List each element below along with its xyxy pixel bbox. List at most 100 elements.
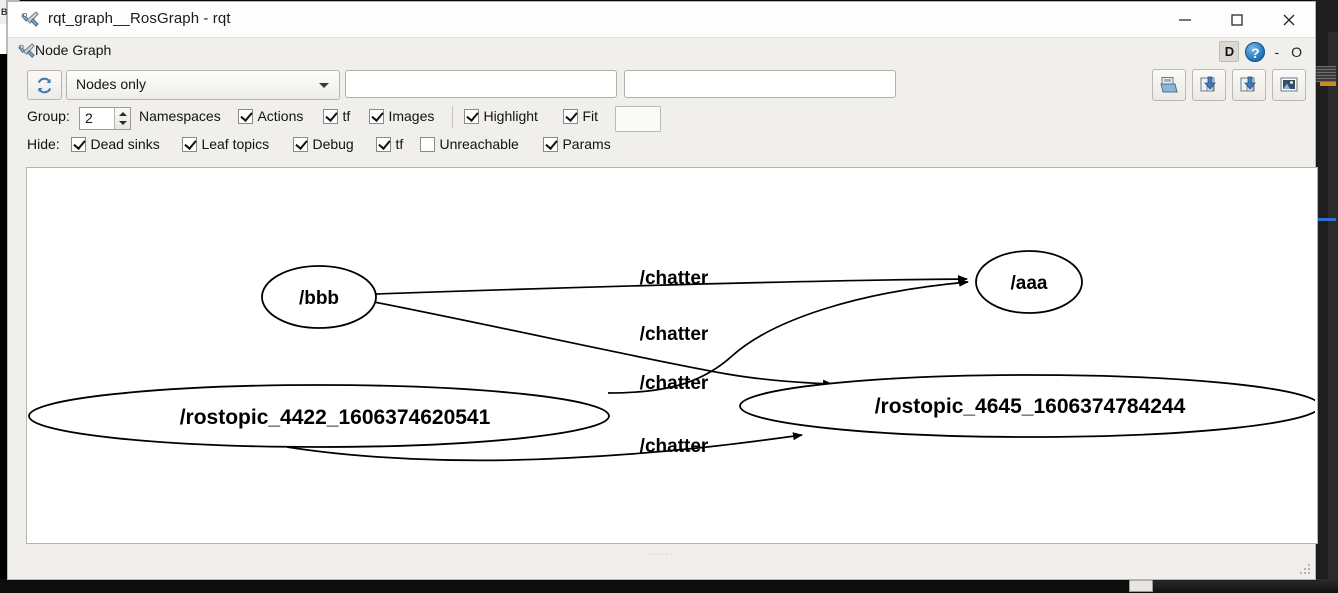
editor-minimap [1316, 66, 1336, 82]
filter-exclude-input[interactable] [624, 70, 896, 98]
checkbox-unreachable[interactable]: Unreachable [420, 136, 519, 154]
checkbox-highlight-box[interactable] [464, 109, 479, 124]
dock-title-bar[interactable]: Node Graph D ? - O [8, 38, 1315, 65]
save-image-button[interactable] [1272, 69, 1306, 101]
edge-label-rt4422-aaa: /chatter [640, 324, 709, 345]
checkbox-params-label: Params [562, 136, 611, 152]
edge-label-rt4422-rt4645: /chatter [640, 436, 709, 457]
checkbox-leaf-topics-label: Leaf topics [201, 136, 270, 152]
checkbox-highlight[interactable]: Highlight [464, 108, 538, 126]
node-bbb[interactable]: /bbb [261, 265, 377, 329]
group-spinbox[interactable]: 2 [79, 107, 131, 130]
help-icon[interactable]: ? [1245, 41, 1266, 62]
namespaces-label: Namespaces [139, 108, 221, 124]
checkbox-unreachable-label: Unreachable [439, 136, 519, 152]
checkbox-fit[interactable]: Fit [563, 108, 598, 126]
edge-labels: /chatter /chatter /chatter /chatter [640, 268, 709, 457]
image-icon [1280, 77, 1298, 92]
checkbox-tf-box[interactable] [323, 109, 338, 124]
checkbox-leaf-topics-box[interactable] [182, 137, 197, 152]
save-dot-button[interactable] [1192, 69, 1226, 101]
filter-include-input[interactable] [345, 70, 617, 98]
node-bbb-label: /bbb [299, 288, 339, 309]
chevron-down-icon [319, 83, 329, 88]
graph-canvas[interactable]: /bbb /aaa /rostopic_4422_1606374620541 /… [26, 167, 1318, 544]
window-size-grip[interactable] [1299, 563, 1312, 576]
refresh-button[interactable] [27, 70, 62, 100]
checkbox-images-box[interactable] [369, 109, 384, 124]
load-dot-button[interactable] [1152, 69, 1186, 101]
desktop-bottom-strip [0, 577, 1338, 593]
checkbox-hide-tf-label: tf [395, 136, 404, 152]
close-button[interactable] [1263, 2, 1315, 37]
checkbox-fit-box[interactable] [563, 109, 578, 124]
toolbar-buttons [1152, 69, 1306, 101]
checkbox-fit-label: Fit [582, 108, 599, 124]
dock-splitter-handle[interactable]: ...... [8, 548, 1315, 557]
checkbox-dead-sinks[interactable]: Dead sinks [71, 136, 160, 154]
rqt-window: rqt_graph__RosGraph - rqt Node Graph D ?… [7, 1, 1318, 580]
checkbox-dead-sinks-label: Dead sinks [90, 136, 160, 152]
node-rostopic-4422-label: /rostopic_4422_1606374620541 [180, 406, 491, 429]
node-rostopic-4645-label: /rostopic_4645_1606374784244 [875, 395, 1186, 418]
window-title: rqt_graph__RosGraph - rqt [48, 10, 231, 27]
folder-open-icon [1160, 77, 1178, 93]
toolbar-row-main: Nodes only [8, 65, 1315, 104]
graph-type-combobox[interactable]: Nodes only [66, 70, 340, 100]
maximize-button[interactable] [1211, 2, 1263, 37]
graph-type-value: Nodes only [76, 76, 147, 92]
checkbox-debug[interactable]: Debug [293, 136, 354, 154]
dock-controls: D ? - O [1219, 41, 1305, 62]
group-label: Group: [27, 108, 70, 124]
node-rostopic-4645[interactable]: /rostopic_4645_1606374784244 [739, 374, 1315, 438]
checkbox-hide-tf-box[interactable] [376, 137, 391, 152]
dock-title: Node Graph [35, 42, 112, 58]
extra-toolbar-button[interactable] [615, 106, 661, 132]
desktop-bottom-dark [1151, 579, 1338, 593]
dock-minimize-button[interactable]: - [1271, 44, 1282, 60]
window-controls [1159, 2, 1315, 37]
checkbox-debug-box[interactable] [293, 137, 308, 152]
checkbox-actions-label: Actions [257, 108, 304, 124]
checkbox-hide-tf[interactable]: tf [376, 136, 403, 154]
save-svg-button[interactable] [1232, 69, 1266, 101]
checkbox-unreachable-box[interactable] [420, 137, 435, 152]
hide-label: Hide: [27, 136, 60, 152]
edge-bbb-rt4645[interactable] [373, 301, 833, 388]
checkbox-debug-label: Debug [312, 136, 354, 152]
dock-badge-d[interactable]: D [1219, 41, 1240, 62]
dock-close-button[interactable]: O [1288, 44, 1305, 60]
checkbox-leaf-topics[interactable]: Leaf topics [182, 136, 269, 154]
node-rostopic-4422[interactable]: /rostopic_4422_1606374620541 [28, 384, 610, 448]
checkbox-actions[interactable]: Actions [238, 108, 303, 126]
save-svg-icon [1240, 76, 1256, 92]
toolbar-row-options: Group: 2 Namespaces Actions tf Images Hi… [8, 104, 1315, 132]
checkbox-tf[interactable]: tf [323, 108, 350, 126]
checkbox-params[interactable]: Params [543, 136, 611, 154]
editor-scrollbar[interactable] [1328, 32, 1338, 592]
editor-minimap-marker [1320, 82, 1336, 86]
edge-label-bbb-aaa: /chatter [640, 268, 709, 289]
minimize-button[interactable] [1159, 2, 1211, 37]
group-value: 2 [85, 110, 93, 126]
wrench-screwdriver-icon [20, 10, 40, 30]
toolbar-separator [452, 106, 453, 128]
wrench-screwdriver-icon [17, 42, 36, 61]
checkbox-actions-box[interactable] [238, 109, 253, 124]
checkbox-highlight-label: Highlight [483, 108, 538, 124]
ros-graph[interactable]: /bbb /aaa /rostopic_4422_1606374620541 /… [27, 168, 1315, 541]
checkbox-dead-sinks-box[interactable] [71, 137, 86, 152]
toolbar-row-hide: Hide: Dead sinks Leaf topics Debug tf Un… [8, 132, 1315, 162]
edge-label-bbb-rt4645: /chatter [640, 373, 709, 394]
save-dot-icon [1200, 76, 1216, 92]
node-aaa-label: /aaa [1011, 273, 1048, 294]
checkbox-images-label: Images [388, 108, 435, 124]
checkbox-params-box[interactable] [543, 137, 558, 152]
refresh-icon [37, 77, 52, 93]
checkbox-tf-label: tf [342, 108, 351, 124]
title-bar[interactable]: rqt_graph__RosGraph - rqt [8, 2, 1315, 38]
node-aaa[interactable]: /aaa [975, 250, 1083, 314]
checkbox-images[interactable]: Images [369, 108, 434, 126]
screen: B rqt_graph__RosGraph - rqt Node Graph D… [0, 0, 1338, 593]
group-spinner-buttons[interactable] [114, 108, 130, 129]
